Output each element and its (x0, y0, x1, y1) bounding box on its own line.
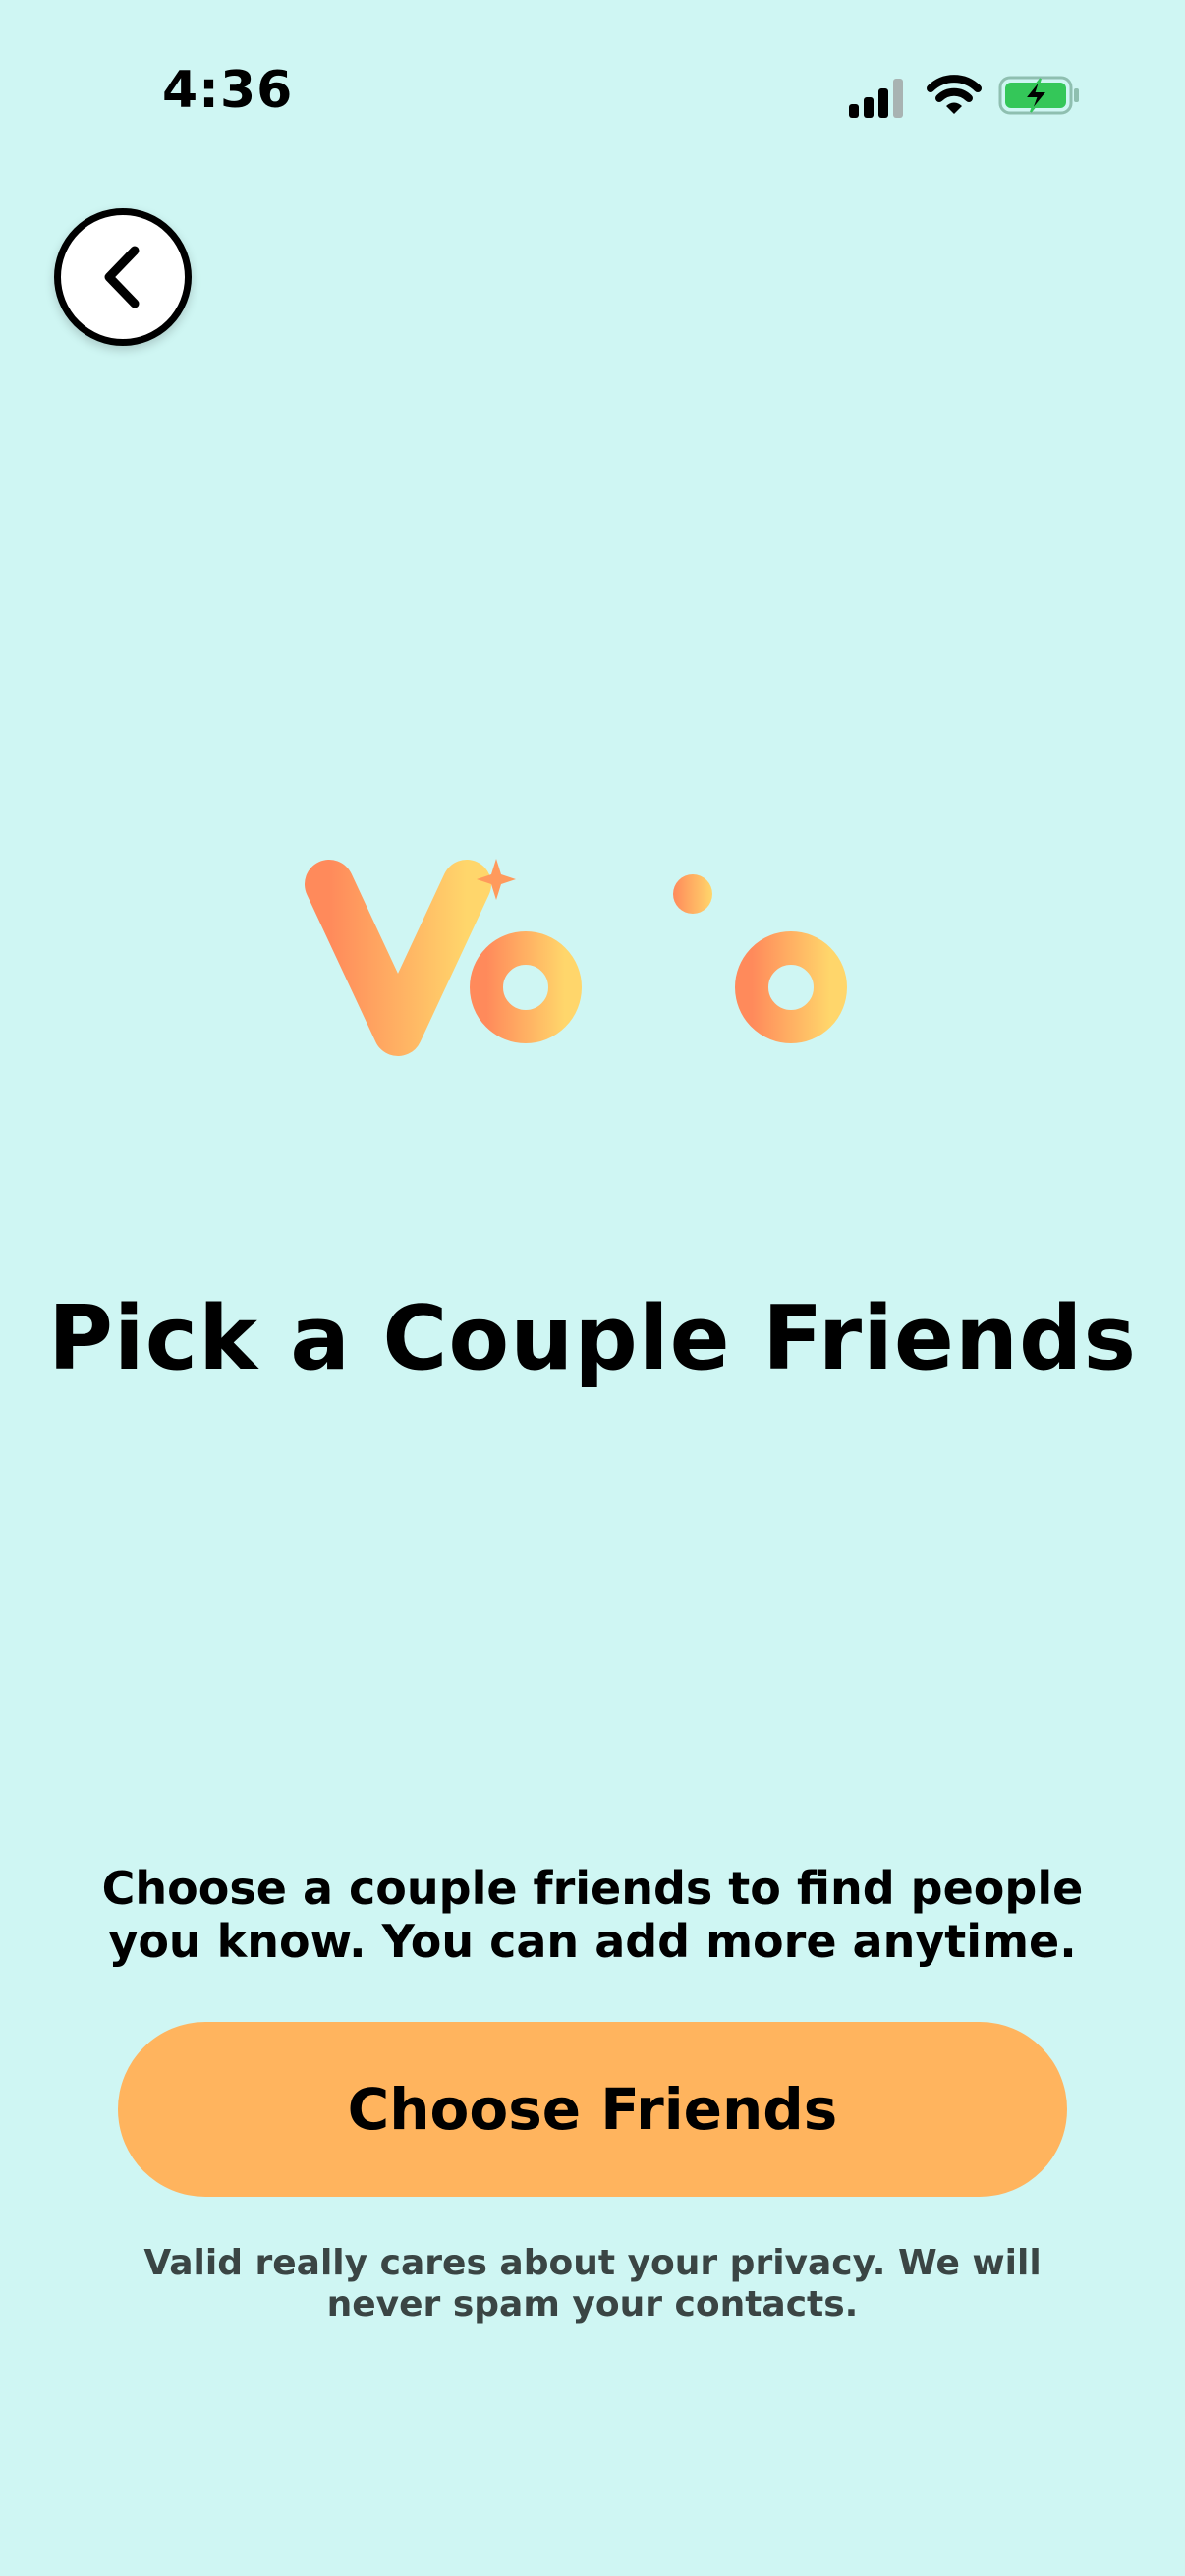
status-time: 4:36 (162, 61, 294, 120)
privacy-note: Valid really cares about your privacy. W… (143, 2243, 1042, 2324)
page-title: Pick a Couple Friends (47, 1287, 1138, 1390)
battery-charging-icon (998, 76, 1079, 115)
status-bar: 4:36 (0, 0, 1185, 196)
choose-friends-button[interactable]: Choose Friends (118, 2022, 1067, 2197)
wifi-icon (927, 75, 982, 114)
valid-logo (305, 859, 849, 1056)
cellular-signal-icon (849, 79, 903, 118)
chevron-left-icon (104, 246, 140, 308)
back-button[interactable] (54, 208, 192, 346)
description-text: Choose a couple friends to find people y… (101, 1862, 1084, 1968)
